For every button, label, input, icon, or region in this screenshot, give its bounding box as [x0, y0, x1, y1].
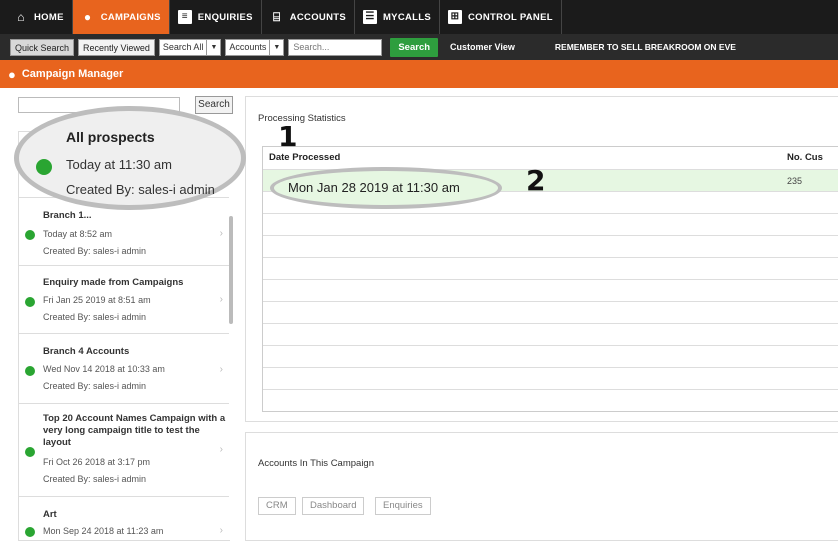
table-row — [263, 367, 838, 389]
nav-accounts-label: ACCOUNTS — [289, 11, 346, 23]
list-item-author: Created By: sales-i admin — [43, 474, 147, 484]
list-item-date: Fri Jan 25 2019 at 8:51 am — [43, 295, 151, 305]
campaign-icon: ● — [83, 10, 92, 24]
search-all-select[interactable]: Search All ▼ — [158, 38, 222, 56]
list-item-author: Created By: sales-i admin — [43, 246, 147, 256]
status-dot — [36, 159, 52, 175]
table-row — [263, 213, 838, 235]
list-scrollbar[interactable] — [229, 216, 233, 324]
nav-home[interactable]: ⌂ HOME — [0, 0, 73, 34]
list-item-date: Wed Nov 14 2018 at 10:33 am — [43, 364, 165, 374]
column-header-count: No. Cus — [787, 152, 823, 163]
chevron-right-icon: › — [219, 294, 223, 305]
date-processed-value: Mon Jan 28 2019 at 11:30 am — [288, 180, 460, 195]
search-input[interactable]: Search... — [288, 38, 383, 56]
mycalls-icon: ☰ — [362, 10, 377, 24]
accounts-select-label: Accounts — [229, 41, 267, 52]
table-row — [263, 279, 838, 301]
accounts-in-campaign-title: Accounts In This Campaign — [258, 458, 374, 469]
accounts-icon: ⌸ — [272, 10, 281, 24]
list-item[interactable]: Art Mon Sep 24 2018 at 11:23 am › — [19, 497, 229, 541]
nav-enquiries-label: ENQUIRIES — [197, 11, 253, 23]
nav-control-panel[interactable]: ⊞ CONTROL PANEL — [440, 0, 562, 34]
table-row — [263, 235, 838, 257]
enquiries-icon: ≡ — [177, 10, 192, 24]
accounts-select[interactable]: Accounts ▼ — [225, 38, 285, 56]
search-bar: Quick Search Recently Viewed Search All … — [0, 34, 838, 60]
status-dot — [25, 230, 35, 240]
list-item-title: Art — [43, 509, 57, 520]
chevron-right-icon: › — [219, 364, 223, 375]
table-row — [263, 301, 838, 323]
count-cell: 235 — [787, 176, 803, 186]
crm-button[interactable]: CRM — [258, 497, 296, 515]
list-item[interactable]: Branch 4 Accounts Wed Nov 14 2018 at 10:… — [19, 334, 229, 404]
nav-mycalls-label: MYCALLS — [382, 11, 431, 23]
annotation-number-1: 1 — [278, 120, 298, 153]
enquiries-button[interactable]: Enquiries — [375, 497, 431, 515]
chevron-right-icon: › — [219, 444, 223, 455]
list-item[interactable]: Top 20 Account Names Campaign with a ver… — [19, 404, 229, 497]
nav-mycalls[interactable]: ☰ MYCALLS — [355, 0, 440, 34]
chevron-right-icon: › — [219, 525, 223, 536]
list-item-author: Created By: sales-i admin — [43, 381, 147, 391]
nav-campaigns[interactable]: ● CAMPAIGNS — [72, 0, 170, 34]
list-item-title: Branch 4 Accounts — [43, 346, 130, 357]
nav-accounts[interactable]: ⌸ ACCOUNTS — [262, 0, 355, 34]
campaign-search-button[interactable]: Search — [195, 96, 233, 114]
selected-campaign-title: All prospects — [66, 129, 155, 145]
table-row — [263, 389, 838, 411]
search-button[interactable]: Search — [390, 37, 439, 57]
dashboard-button[interactable]: Dashboard — [302, 497, 365, 515]
list-item-title: Top 20 Account Names Campaign with a ver… — [43, 413, 226, 448]
table-row — [263, 323, 838, 345]
search-all-label: Search All — [162, 41, 204, 52]
list-item-author: Created By: sales-i admin — [43, 312, 147, 322]
table-row — [263, 345, 838, 367]
selected-campaign-date: Today at 11:30 am — [66, 157, 172, 172]
list-item-date: Mon Sep 24 2018 at 11:23 am — [43, 526, 164, 536]
status-dot — [25, 527, 35, 537]
chevron-right-icon: › — [219, 228, 223, 239]
nav-campaigns-label: CAMPAIGNS — [100, 11, 161, 23]
page-title: Campaign Manager — [21, 68, 124, 80]
top-nav: ⌂ HOME ● CAMPAIGNS ≡ ENQUIRIES ⌸ ACCOUNT… — [0, 0, 838, 34]
status-dot — [25, 366, 35, 376]
chevron-down-icon: ▼ — [206, 39, 217, 55]
campaign-icon: ● — [8, 66, 16, 82]
customer-view-link[interactable]: Customer View — [450, 42, 515, 52]
table-row — [263, 257, 838, 279]
page-title-bar: ● Campaign Manager — [0, 60, 838, 88]
nav-control-panel-label: CONTROL PANEL — [467, 11, 553, 23]
status-dot — [25, 447, 35, 457]
selected-campaign-author: Created By: sales-i admin — [66, 182, 215, 197]
processing-statistics-title: Processing Statistics — [258, 113, 346, 124]
control-panel-icon: ⊞ — [447, 10, 462, 24]
status-dot — [25, 297, 35, 307]
list-item-title: Enquiry made from Campaigns — [43, 277, 184, 288]
nav-enquiries[interactable]: ≡ ENQUIRIES — [170, 0, 262, 34]
nav-home-label: HOME — [34, 11, 64, 23]
home-icon: ⌂ — [17, 10, 25, 24]
notice-text: REMEMBER TO SELL BREAKROOM ON EVE — [554, 42, 736, 52]
list-item-date: Fri Oct 26 2018 at 3:17 pm — [43, 457, 151, 467]
recently-viewed-button[interactable]: Recently Viewed — [78, 38, 155, 56]
list-item-date: Today at 8:52 am — [43, 229, 113, 239]
quick-search-button[interactable]: Quick Search — [10, 38, 75, 56]
chevron-down-icon: ▼ — [269, 39, 280, 55]
list-item[interactable]: Enquiry made from Campaigns Fri Jan 25 2… — [19, 266, 229, 334]
accounts-in-campaign-panel — [245, 432, 838, 541]
list-item-title: Branch 1... — [43, 210, 92, 221]
annotation-number-2: 2 — [526, 164, 546, 197]
